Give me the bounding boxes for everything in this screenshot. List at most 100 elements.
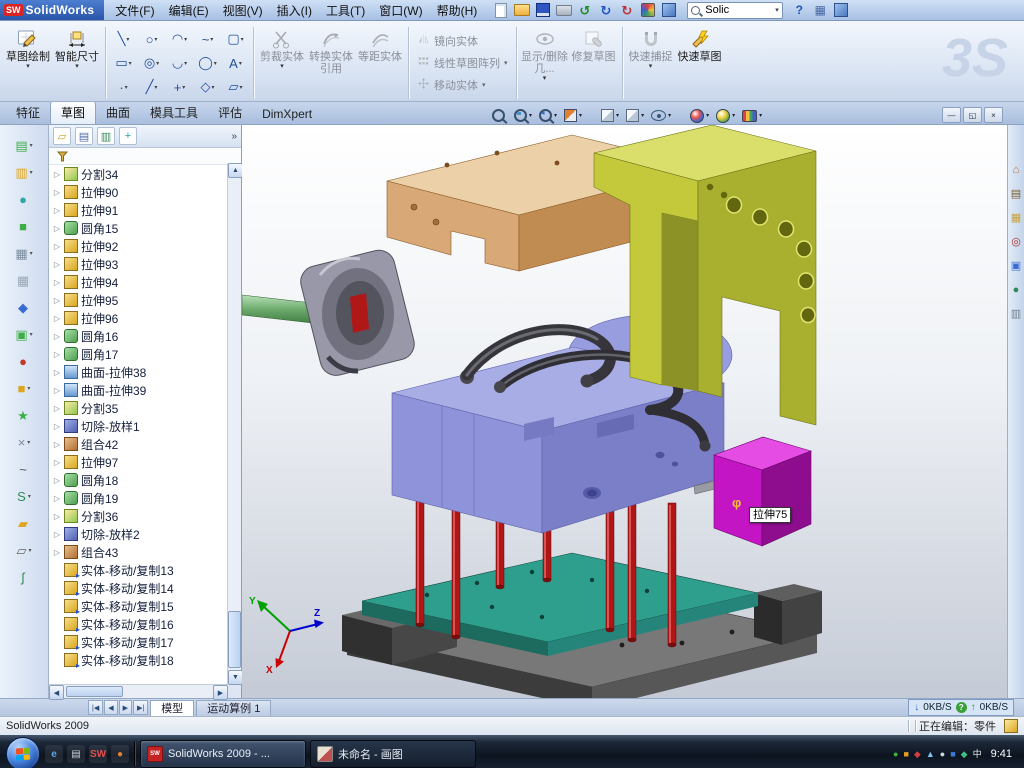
network-tray-icon[interactable]: ▲ [926,750,935,759]
feature-tree-item[interactable]: ▷ 切除-放样1 [49,417,228,435]
expand-arrow-icon[interactable]: ▷ [53,332,61,341]
part-slide-block[interactable]: φ [714,437,811,546]
part-locating-ring[interactable] [297,247,417,379]
save-icon[interactable] [534,3,551,18]
appearances-scenes-icon[interactable]: ● [1013,285,1020,296]
update-tray-icon[interactable]: ■ [903,750,908,759]
tree-dimxpert-icon[interactable]: + [119,127,137,145]
view-orientation-button[interactable]: ▾ [599,107,621,124]
tab-evaluate[interactable]: 评估 [208,102,252,124]
expand-arrow-icon[interactable]: ▷ [53,404,61,413]
safety-tray-icon[interactable]: ■ [950,750,955,759]
scroll-up-button[interactable]: ▲ [228,163,243,178]
feature-tree-item[interactable]: ▷ 圆角19 [49,489,228,507]
download-tray-icon[interactable]: ◆ [961,750,968,759]
feature-tree-item[interactable]: ▷ 分割36 [49,507,228,525]
edit-appearance-button[interactable]: ▾ [688,107,711,124]
rebuild-icon[interactable]: ↻ [618,3,635,18]
print-icon[interactable] [555,3,572,18]
expand-arrow-icon[interactable]: ▷ [53,368,61,377]
panes-icon[interactable]: ▦ [812,3,829,18]
expand-arrow-icon[interactable]: ▷ [53,350,61,359]
previous-view-button[interactable]: ▾ [537,107,559,124]
feature-tree-item[interactable]: ▷ 圆角15 [49,219,228,237]
feature-tree-item[interactable]: ▷ 组合42 [49,435,228,453]
feature-tree-item[interactable]: 实体-移动/复制13 [49,561,228,579]
shape-tool-icon[interactable]: ▱ ▾ [16,540,31,560]
help-icon[interactable]: ? [791,3,808,18]
toolbox-icon[interactable] [833,3,850,18]
hook-tool-icon[interactable]: ʃ [22,567,27,587]
annotation-icon[interactable] [1004,719,1018,733]
expand-arrow-icon[interactable]: ▷ [53,386,61,395]
scroll-right-button[interactable]: ▶ [213,685,228,700]
solids-tool-icon[interactable]: ■ [19,216,29,236]
expand-arrow-icon[interactable]: ▷ [53,188,61,197]
ime-tray-icon[interactable]: 中 [973,750,982,759]
materials-tool-icon[interactable]: ● [19,189,29,209]
circle-tool[interactable]: ○ ▾ [138,27,165,51]
expand-arrow-icon[interactable]: ▷ [53,314,61,323]
feature-tree-item[interactable]: ▷ 拉伸94 [49,273,228,291]
expand-arrow-icon[interactable]: ▷ [53,422,61,431]
polygon-tool[interactable]: ◇ ▾ [194,75,221,99]
ellipse-tool[interactable]: ◯ ▾ [194,51,221,75]
expand-arrow-icon[interactable]: ▷ [53,224,61,233]
feature-tree-item[interactable]: ▷ 拉伸93 [49,255,228,273]
undo-icon[interactable]: ↺ [576,3,593,18]
feature-tree-item[interactable]: ▷ 分割34 [49,165,228,183]
volume-tray-icon[interactable]: ● [940,750,945,759]
expand-arrow-icon[interactable]: ▷ [53,296,61,305]
feature-tree-item[interactable]: ▷ 切除-放样2 [49,525,228,543]
feature-tree-item[interactable]: ▷ 圆角18 [49,471,228,489]
start-button[interactable] [6,737,40,768]
view-settings-button[interactable]: ▾ [740,107,764,124]
net-help-icon[interactable]: ? [956,702,967,713]
feature-tree-item[interactable]: ▷ 拉伸91 [49,201,228,219]
feature-tree-item[interactable]: ▷ 组合43 [49,543,228,561]
line-tool[interactable]: ╲ ▾ [110,27,137,51]
tree-properties-icon[interactable]: ▤ [75,127,93,145]
taskbar-solidworks-button[interactable]: SW SolidWorks 2009 - ... [140,740,306,768]
graphics-area[interactable]: φ ▾ [242,125,1007,698]
menu-item[interactable]: 视图(V) [216,0,270,21]
zoom-fit-button[interactable] [490,107,509,124]
feature-tree-item[interactable]: ▷ 圆角16 [49,327,228,345]
tab-surfaces[interactable]: 曲面 [96,102,140,124]
mesh-tool-icon[interactable]: ▦ [17,270,31,290]
doc-restore-button[interactable]: ◱ [963,107,982,123]
expand-arrow-icon[interactable]: ▷ [53,170,61,179]
slot-tool[interactable]: ▢ ▾ [222,27,249,51]
point-tool[interactable]: · ▾ [110,75,137,99]
solidworks-resources-icon[interactable]: ⌂ [1013,165,1020,176]
doc-close-button[interactable]: × [984,107,1003,123]
feature-tree-item[interactable]: 实体-移动/复制18 [49,651,228,669]
text-tool[interactable]: A ▾ [222,51,249,75]
sketch-button[interactable]: 草图绘制 ▾ [4,23,52,103]
feature-tree-item[interactable]: ▷ 曲面-拉伸38 [49,363,228,381]
next-tab-button[interactable]: ▶ [119,700,132,715]
smart-dimension-button[interactable]: 智能尺寸 ▾ [53,23,101,103]
sketch-fillet-tool[interactable]: + ▾ [166,75,193,99]
appearance-icon[interactable] [639,3,656,18]
grid-tool-icon[interactable]: ▦ ▾ [15,243,32,263]
tree-horizontal-scrollbar[interactable]: ◀ ▶ [49,684,228,698]
motion-study-tab[interactable]: 运动算例 1 [196,700,271,716]
expand-arrow-icon[interactable]: ▷ [53,458,61,467]
tree-configurations-icon[interactable]: ▥ [97,127,115,145]
rapid-sketch-button[interactable]: 快速草图 [676,23,724,103]
design-library-icon[interactable]: ▤ [1011,189,1021,200]
spline-tool[interactable]: ~ ▾ [194,27,221,51]
player-quicklaunch-icon[interactable]: ● [111,745,129,763]
feature-tree-item[interactable]: ▷ 拉伸95 [49,291,228,309]
first-tab-button[interactable]: |◀ [88,700,103,715]
feature-tree-item[interactable]: 实体-移动/复制16 [49,615,228,633]
file-explorer-icon[interactable]: ▦ [1011,213,1021,224]
expand-arrow-icon[interactable]: ▷ [53,206,61,215]
annotations-tool-icon[interactable]: ▥ ▾ [15,162,32,182]
custom-properties-icon[interactable]: ▥ [1011,309,1021,320]
model-tab[interactable]: 模型 [150,700,194,716]
gem-tool-icon[interactable]: ◆ [18,297,30,317]
tab-dimxpert[interactable]: DimXpert [252,105,322,124]
search-input[interactable] [703,3,775,17]
